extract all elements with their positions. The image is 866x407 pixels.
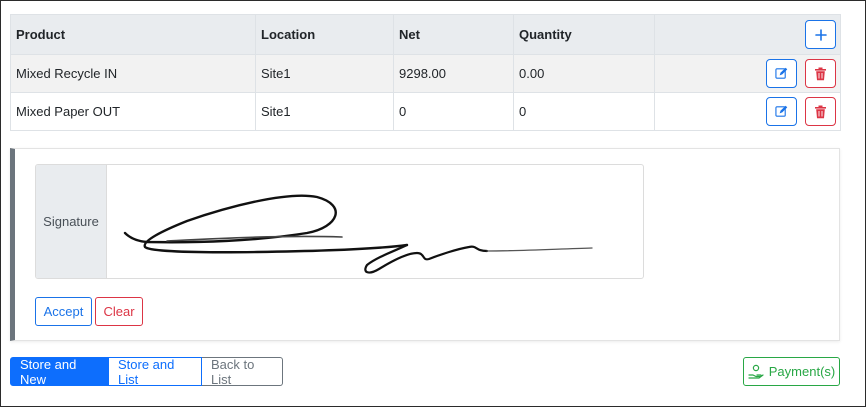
pencil-icon <box>775 67 788 79</box>
signature-card: Signature Accept Clear <box>10 148 840 341</box>
payments-button[interactable]: Payment(s) <box>743 357 840 386</box>
signature-field: Signature <box>35 164 644 279</box>
table-row: Mixed Paper OUT Site1 0 0 <box>10 92 841 131</box>
cell-quantity: 0 <box>513 92 655 131</box>
pencil-icon <box>775 105 788 117</box>
clear-button[interactable]: Clear <box>95 297 143 326</box>
products-table: Product Location Net Quantity Mixed Recy… <box>10 14 841 131</box>
table-header-row: Product Location Net Quantity <box>10 14 841 55</box>
signature-stroke <box>364 243 489 274</box>
cell-net: 9298.00 <box>393 54 514 93</box>
cell-product: Mixed Recycle IN <box>10 54 256 93</box>
delete-row-button[interactable] <box>805 59 836 88</box>
cell-product: Mixed Paper OUT <box>10 92 256 131</box>
edit-row-button[interactable] <box>766 97 798 126</box>
payments-label: Payment(s) <box>768 364 836 379</box>
column-header-product: Product <box>10 14 256 55</box>
plus-icon <box>814 28 827 41</box>
store-and-list-button[interactable]: Store and List <box>109 357 202 387</box>
signature-stroke <box>486 247 593 252</box>
column-header-location: Location <box>255 14 394 55</box>
cell-location: Site1 <box>255 54 394 93</box>
edit-row-button[interactable] <box>766 59 798 88</box>
cell-location: Site1 <box>255 92 394 131</box>
delete-row-button[interactable] <box>805 97 836 126</box>
cell-actions <box>654 54 841 93</box>
form-action-buttons: Store and New Store and List Back to Lis… <box>10 357 283 387</box>
trash-icon <box>815 105 826 118</box>
store-and-new-button[interactable]: Store and New <box>10 357 109 387</box>
signature-stroke <box>123 194 409 254</box>
hand-money-icon <box>748 364 764 379</box>
signature-pad[interactable] <box>107 165 643 278</box>
cell-quantity: 0.00 <box>513 54 655 93</box>
table-row: Mixed Recycle IN Site1 9298.00 0.00 <box>10 54 841 93</box>
page-frame: Product Location Net Quantity Mixed Recy… <box>0 0 866 407</box>
column-header-net: Net <box>393 14 514 55</box>
column-header-quantity: Quantity <box>513 14 655 55</box>
accept-button[interactable]: Accept <box>35 297 92 326</box>
back-to-list-button[interactable]: Back to List <box>202 357 283 387</box>
trash-icon <box>815 67 826 80</box>
cell-net: 0 <box>393 92 514 131</box>
cell-actions <box>654 92 841 131</box>
signature-label: Signature <box>36 165 107 278</box>
column-header-actions <box>654 14 841 55</box>
add-row-button[interactable] <box>805 20 836 49</box>
